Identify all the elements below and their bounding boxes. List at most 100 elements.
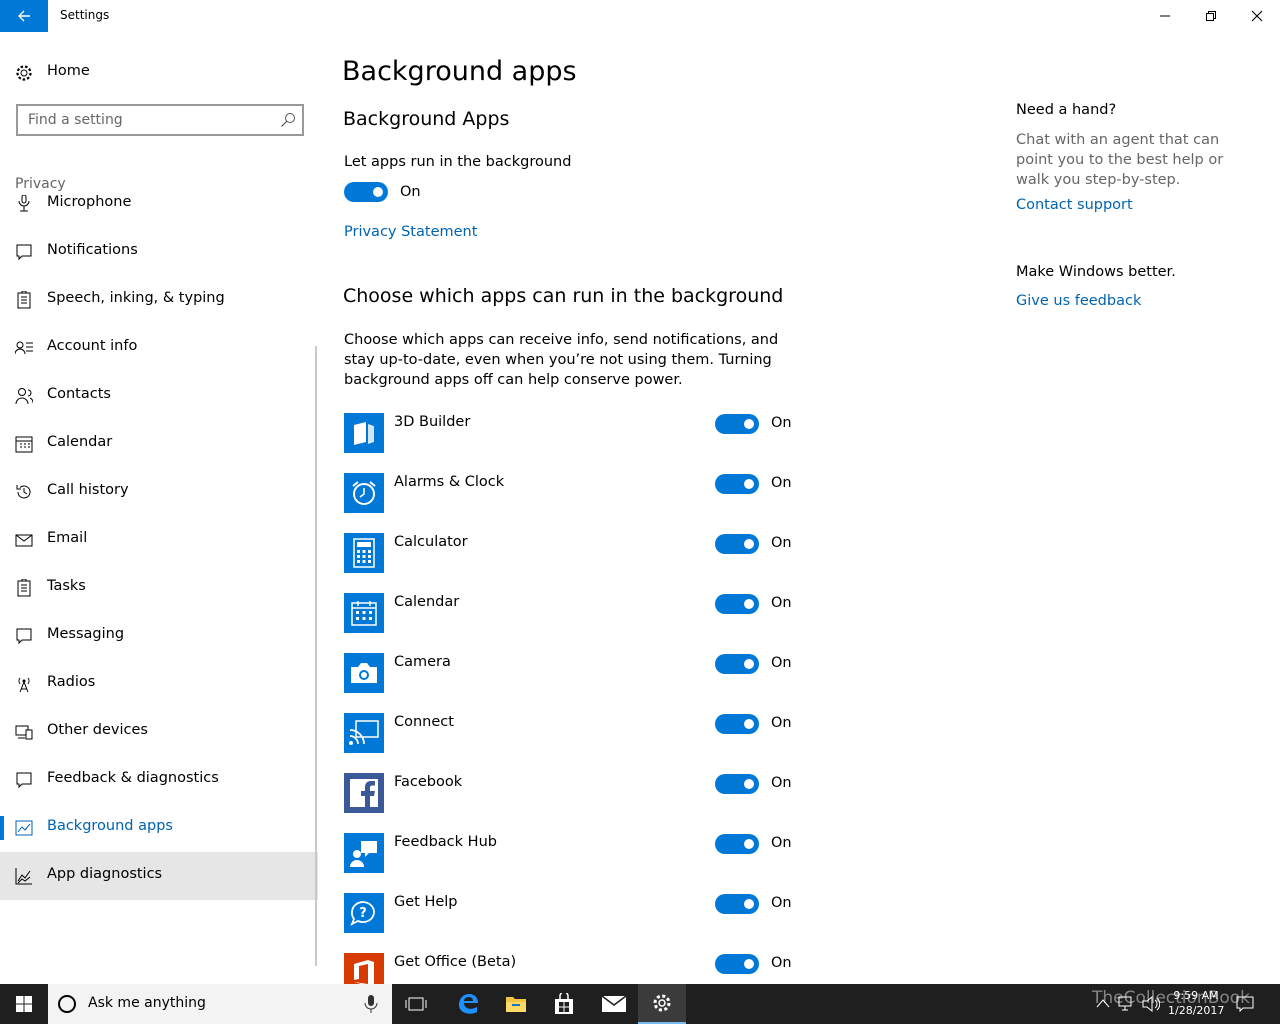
- chevron-up-icon[interactable]: [1096, 998, 1110, 1008]
- alarm-clock-icon: [344, 473, 384, 513]
- app-row-calculator: Calculator On: [344, 533, 804, 593]
- privacy-statement-link[interactable]: Privacy Statement: [344, 224, 477, 240]
- sidebar-item-contacts[interactable]: Contacts: [0, 372, 318, 420]
- sidebar-item-account-info[interactable]: Account info: [0, 324, 318, 372]
- sidebar-item-microphone[interactable]: Microphone: [0, 180, 318, 228]
- task-view-button[interactable]: [392, 984, 440, 1024]
- app-toggle-calendar[interactable]: [715, 594, 759, 614]
- store-icon: [555, 993, 573, 1014]
- app-toggle-connect[interactable]: [715, 714, 759, 734]
- app-toggle-state: On: [771, 415, 792, 431]
- sidebar-item-call-history[interactable]: Call history: [0, 468, 318, 516]
- search-box: [16, 104, 304, 136]
- sidebar-item-speech[interactable]: Speech, inking, & typing: [0, 276, 318, 324]
- app-name: Facebook: [394, 774, 463, 790]
- contact-support-link[interactable]: Contact support: [1016, 197, 1133, 213]
- task-view-icon: [405, 997, 427, 1011]
- file-explorer-taskbar-button[interactable]: [492, 984, 540, 1024]
- app-row-get-help: ? Get Help On: [344, 893, 804, 953]
- store-taskbar-button[interactable]: [540, 984, 588, 1024]
- mail-taskbar-button[interactable]: [590, 984, 638, 1024]
- calculator-icon: [344, 533, 384, 573]
- notifications-icon: [16, 244, 32, 261]
- settings-taskbar-button[interactable]: [638, 984, 686, 1024]
- app-name: Feedback Hub: [394, 834, 497, 850]
- sidebar-item-app-diagnostics[interactable]: App diagnostics: [0, 852, 318, 900]
- app-toggle-3d-builder[interactable]: [715, 414, 759, 434]
- devices-icon: [15, 725, 33, 740]
- gear-icon: [653, 994, 671, 1012]
- edge-taskbar-button[interactable]: [444, 984, 492, 1024]
- cortana-icon: [58, 995, 76, 1013]
- speech-icon: [17, 291, 31, 309]
- app-toggle-state: On: [771, 535, 792, 551]
- app-toggle-feedback-hub[interactable]: [715, 834, 759, 854]
- cortana-search-box[interactable]: Ask me anything: [48, 984, 392, 1024]
- app-name: Camera: [394, 654, 451, 670]
- page-title: Background apps: [342, 56, 577, 87]
- tasks-icon: [17, 579, 31, 597]
- folder-icon: [506, 997, 526, 1012]
- sidebar-item-background-apps[interactable]: Background apps: [0, 804, 318, 852]
- sidebar-item-radios[interactable]: Radios: [0, 660, 318, 708]
- title-bar: Settings: [0, 0, 1280, 32]
- start-button[interactable]: [0, 984, 48, 1024]
- restore-button[interactable]: [1188, 0, 1234, 32]
- sidebar-item-messaging[interactable]: Messaging: [0, 612, 318, 660]
- sidebar-scrollbar[interactable]: [315, 346, 317, 966]
- app-row-camera: Camera On: [344, 653, 804, 713]
- sidebar-item-label: Email: [47, 530, 88, 546]
- sidebar-item-label: Contacts: [47, 386, 111, 402]
- sidebar-item-label: Radios: [47, 674, 96, 690]
- taskbar-clock[interactable]: 9:59 AM 1/28/2017: [1168, 988, 1224, 1018]
- volume-icon[interactable]: [1142, 996, 1160, 1012]
- app-toggle-state: On: [771, 715, 792, 731]
- app-toggle-get-office[interactable]: [715, 954, 759, 974]
- search-icon[interactable]: [280, 112, 296, 128]
- search-input[interactable]: [18, 106, 268, 134]
- back-button[interactable]: [0, 0, 48, 32]
- give-feedback-link[interactable]: Give us feedback: [1016, 293, 1141, 309]
- sidebar-item-calendar[interactable]: Calendar: [0, 420, 318, 468]
- app-diagnostics-icon: [15, 868, 32, 885]
- clock-time: 9:59 AM: [1173, 989, 1219, 1002]
- app-name: Calculator: [394, 534, 468, 550]
- app-row-3d-builder: 3D Builder On: [344, 413, 804, 473]
- app-name: Connect: [394, 714, 454, 730]
- app-toggle-camera[interactable]: [715, 654, 759, 674]
- microphone-icon: [18, 195, 30, 212]
- sidebar-item-feedback-diagnostics[interactable]: Feedback & diagnostics: [0, 756, 318, 804]
- sidebar-item-tasks[interactable]: Tasks: [0, 564, 318, 612]
- action-center-icon[interactable]: [1236, 996, 1254, 1012]
- let-apps-toggle[interactable]: [344, 182, 388, 202]
- sidebar-item-label: Messaging: [47, 626, 125, 642]
- app-row-connect: Connect On: [344, 713, 804, 773]
- app-toggle-calculator[interactable]: [715, 534, 759, 554]
- network-icon[interactable]: [1118, 996, 1136, 1012]
- sidebar-item-label: Other devices: [47, 722, 148, 738]
- app-toggle-facebook[interactable]: [715, 774, 759, 794]
- microphone-icon[interactable]: [364, 995, 378, 1013]
- sidebar-item-label: Notifications: [47, 242, 138, 258]
- app-toggle-alarms-clock[interactable]: [715, 474, 759, 494]
- get-help-icon: ?: [344, 893, 384, 933]
- cortana-placeholder: Ask me anything: [88, 995, 206, 1011]
- app-toggle-state: On: [771, 835, 792, 851]
- app-name: 3D Builder: [394, 414, 471, 430]
- sidebar-item-notifications[interactable]: Notifications: [0, 228, 318, 276]
- close-button[interactable]: [1234, 0, 1280, 32]
- calendar-icon: [15, 436, 33, 453]
- sidebar-item-email[interactable]: Email: [0, 516, 318, 564]
- radio-icon: [18, 677, 30, 693]
- feedback-hub-icon: [344, 833, 384, 873]
- app-name: Calendar: [394, 594, 460, 610]
- sidebar-item-label: Call history: [47, 482, 129, 498]
- account-info-icon: [15, 341, 33, 355]
- minimize-button[interactable]: [1142, 0, 1188, 32]
- close-icon: [1251, 10, 1263, 22]
- app-toggle-get-help[interactable]: [715, 894, 759, 914]
- sidebar-item-other-devices[interactable]: Other devices: [0, 708, 318, 756]
- home-nav-item[interactable]: Home: [0, 52, 320, 92]
- app-toggle-state: On: [771, 955, 792, 971]
- let-apps-label: Let apps run in the background: [344, 154, 572, 170]
